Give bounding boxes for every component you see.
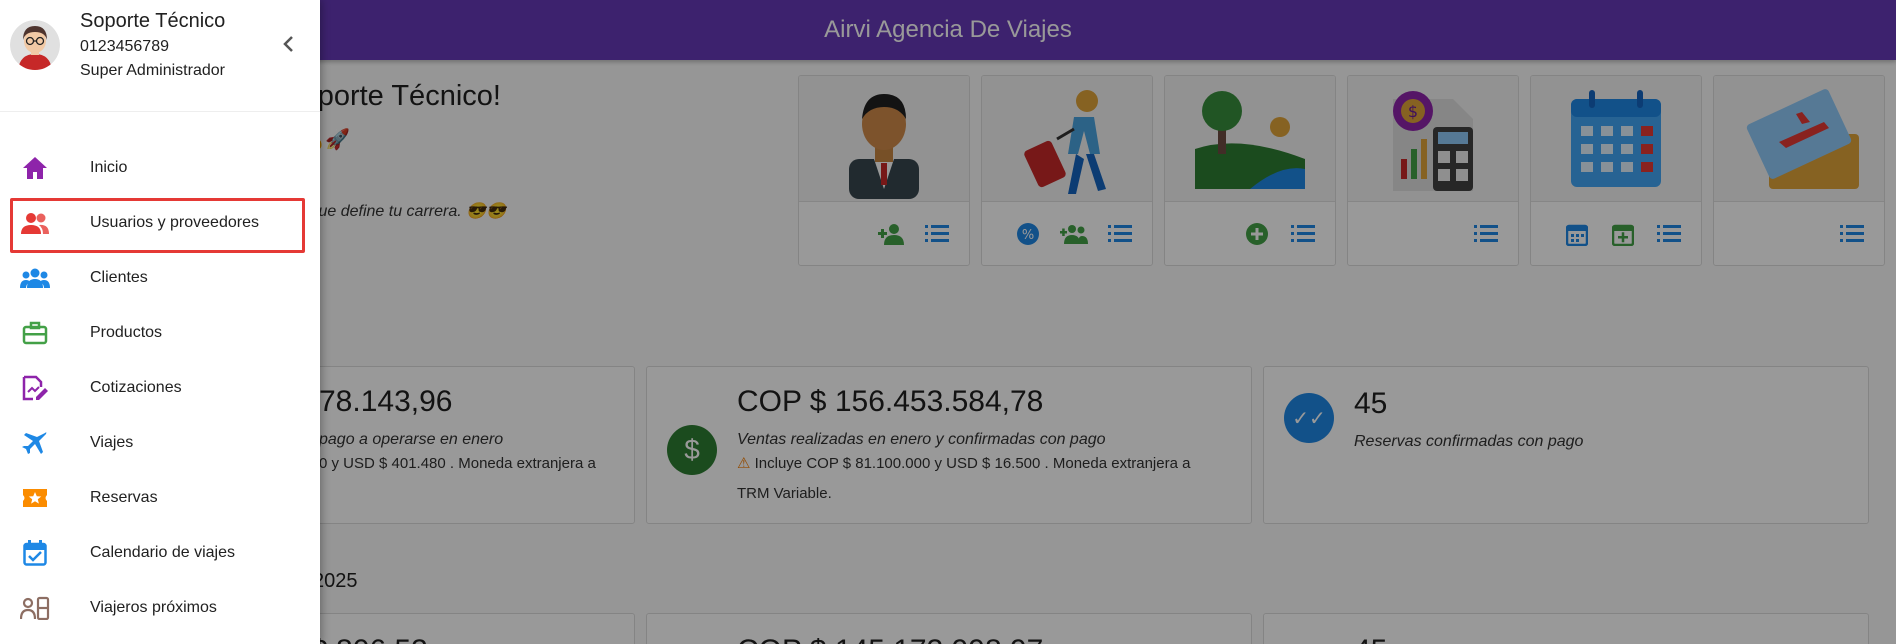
briefcase-icon (20, 318, 50, 348)
menu-item-label: Reservas (90, 488, 158, 506)
user-phone: 0123456789 (80, 38, 169, 55)
group-icon (20, 263, 50, 293)
user-role: Super Administrador (80, 62, 225, 79)
calendar-check-icon (20, 538, 50, 568)
edit-document-icon (20, 373, 50, 403)
menu-item-usuarios-proveedores[interactable]: Usuarios y proveedores (0, 195, 320, 253)
menu-item-calendario-viajes[interactable]: Calendario de viajes (0, 525, 320, 580)
menu-item-label: Viajes (90, 433, 134, 451)
navigation-drawer: Soporte Técnico 0123456789 Super Adminis… (0, 0, 320, 644)
menu-item-label: Clientes (90, 268, 148, 286)
menu-item-inicio[interactable]: Inicio (0, 140, 320, 195)
app-root: Airvi Agencia De Viajes o, Soporte Técni… (0, 0, 1896, 644)
menu-item-viajeros-proximos[interactable]: Viajeros próximos (0, 580, 320, 635)
ticket-star-icon (20, 483, 50, 513)
menu-item-cotizaciones[interactable]: Cotizaciones (0, 360, 320, 415)
avatar (10, 20, 60, 70)
user-profile-header: Soporte Técnico 0123456789 Super Adminis… (0, 0, 320, 112)
user-name: Soporte Técnico (80, 10, 226, 32)
menu-item-label: Usuarios y proveedores (90, 213, 259, 231)
home-icon (20, 153, 50, 183)
airplane-icon (20, 428, 50, 458)
users-icon (20, 208, 50, 238)
travelers-icon (20, 593, 50, 623)
drawer-menu: Inicio Usuarios y proveedores Clientes P… (0, 140, 320, 635)
menu-item-clientes[interactable]: Clientes (0, 250, 320, 305)
menu-item-label: Productos (90, 323, 163, 341)
chevron-left-icon[interactable] (276, 32, 300, 56)
menu-item-productos[interactable]: Productos (0, 305, 320, 360)
menu-item-viajes[interactable]: Viajes (0, 415, 320, 470)
menu-item-reservas[interactable]: Reservas (0, 470, 320, 525)
menu-item-label: Inicio (90, 158, 128, 176)
menu-item-label: Viajeros próximos (90, 598, 217, 616)
menu-item-label: Cotizaciones (90, 378, 182, 396)
menu-item-label: Calendario de viajes (90, 543, 235, 561)
